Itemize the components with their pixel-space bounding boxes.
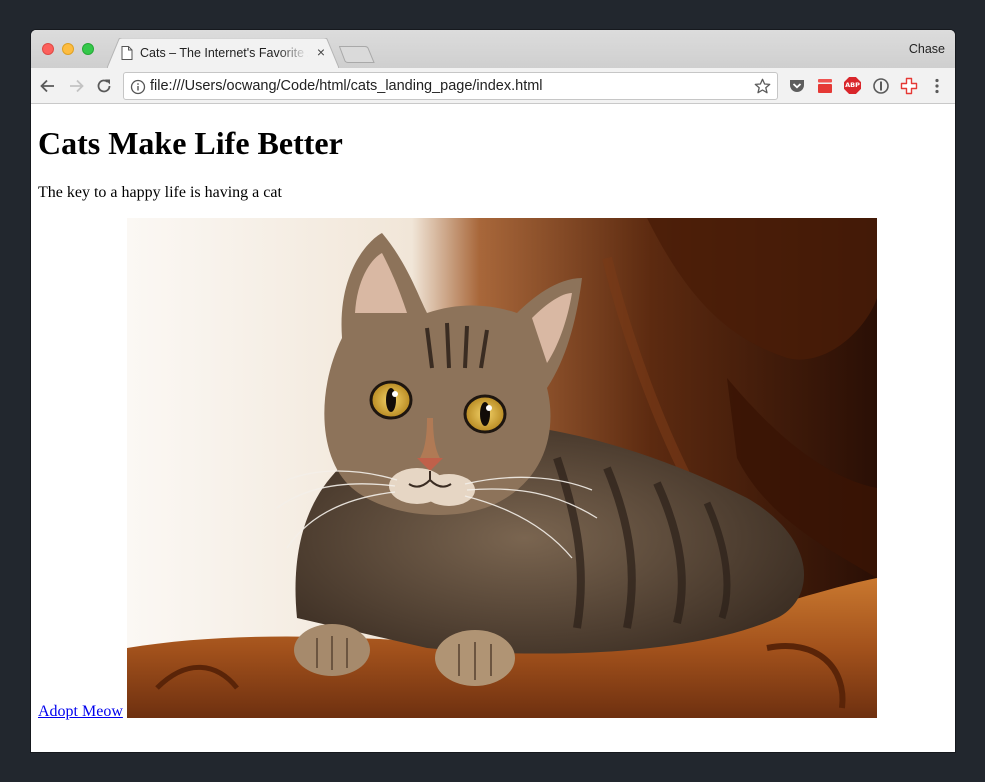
adopt-link[interactable]: Adopt Meow (38, 703, 123, 721)
window-maximize-button[interactable] (82, 43, 94, 55)
new-tab-button[interactable] (339, 46, 375, 63)
back-arrow-icon[interactable] (38, 76, 58, 96)
profile-name[interactable]: Chase (909, 42, 945, 56)
page-tagline: The key to a happy life is having a cat (38, 184, 282, 201)
browser-toolbar: file:///Users/ocwang/Code/html/cats_land… (31, 68, 955, 104)
tab-active[interactable]: Cats – The Internet's Favorite Animal × (107, 38, 339, 68)
onepassword-icon[interactable] (871, 76, 891, 96)
pocket-icon[interactable] (787, 76, 807, 96)
page-content: Cats Make Life Better The key to a happy… (31, 105, 955, 752)
window-minimize-button[interactable] (62, 43, 74, 55)
forward-arrow-icon[interactable] (66, 76, 86, 96)
address-bar[interactable]: file:///Users/ocwang/Code/html/cats_land… (123, 72, 778, 100)
cat-photo (127, 218, 877, 718)
adblock-plus-icon[interactable]: ABP (844, 77, 861, 94)
document-icon (121, 46, 133, 60)
cat-image-illustration (127, 218, 877, 718)
tab-strip: Cats – The Internet's Favorite Animal × … (31, 30, 955, 68)
window-close-button[interactable] (42, 43, 54, 55)
tab-title: Cats – The Internet's Favorite Animal (140, 46, 308, 60)
info-icon[interactable] (130, 79, 146, 95)
reload-icon[interactable] (94, 76, 114, 96)
browser-window: Cats – The Internet's Favorite Animal × … (31, 30, 955, 752)
cross-extension-icon[interactable] (899, 76, 919, 96)
url-text[interactable]: file:///Users/ocwang/Code/html/cats_land… (150, 78, 543, 94)
menu-kebab-icon[interactable] (927, 76, 947, 96)
stack-extension-icon[interactable] (815, 76, 835, 96)
bookmark-star-icon[interactable] (754, 78, 771, 95)
page-heading: Cats Make Life Better (38, 125, 343, 161)
tab-close-button[interactable]: × (314, 45, 328, 59)
